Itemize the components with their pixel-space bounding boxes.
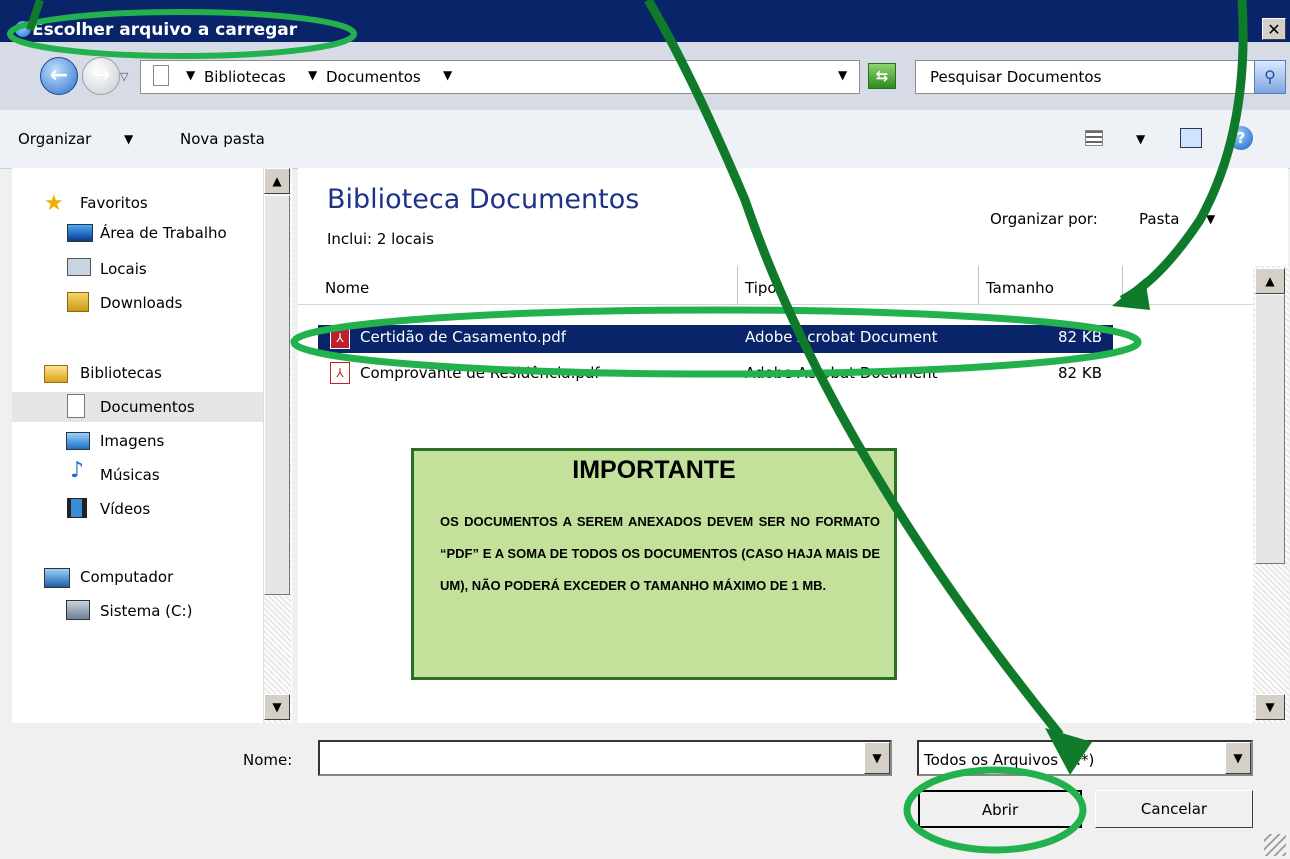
arrow-to-title [26, 0, 44, 32]
highlight-ellipse-selected-file [290, 306, 1142, 378]
highlight-ellipse-open-button [903, 766, 1087, 854]
arrow-to-size-column [1119, 0, 1248, 304]
annotation-overlay [7, 0, 1248, 854]
arrowhead-open-button [1045, 728, 1092, 775]
arrowhead-size-column [1112, 278, 1150, 310]
highlight-ellipse-title [7, 9, 357, 59]
